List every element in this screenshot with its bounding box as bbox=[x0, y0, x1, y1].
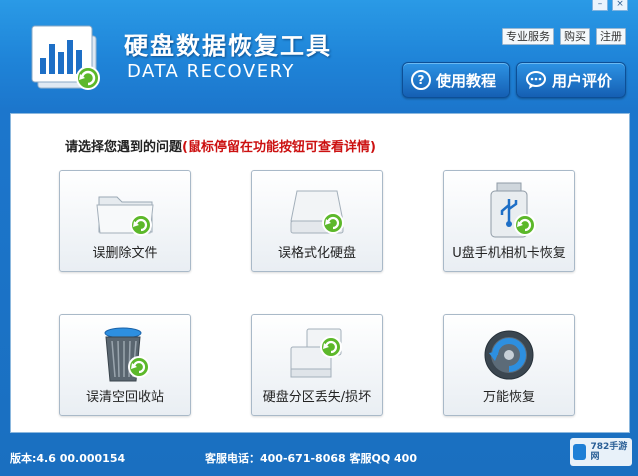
tile-usb-recovery[interactable]: U盘手机相机卡恢复 bbox=[443, 170, 575, 272]
watermark: 782手游网 bbox=[570, 438, 632, 466]
tile-partition-lost[interactable]: 硬盘分区丢失/损坏 bbox=[251, 314, 383, 416]
tile-formatted-disk[interactable]: 误格式化硬盘 bbox=[251, 170, 383, 272]
tutorial-button[interactable]: ? 使用教程 bbox=[402, 62, 510, 98]
hard-drive-icon bbox=[290, 190, 344, 234]
tile-label: 硬盘分区丢失/损坏 bbox=[262, 390, 372, 405]
universal-recovery-icon bbox=[484, 330, 534, 380]
review-button[interactable]: 用户评价 bbox=[516, 62, 626, 98]
prompt-hint: (鼠标停留在功能按钮可查看详情) bbox=[182, 140, 376, 155]
minimize-button[interactable]: – bbox=[592, 0, 608, 11]
top-links: 专业服务 购买 注册 bbox=[502, 28, 626, 45]
tile-label: U盘手机相机卡恢复 bbox=[452, 246, 566, 261]
contact-text: 客服电话：400-671-8068 客服QQ 400 bbox=[205, 452, 417, 465]
tutorial-button-label: 使用教程 bbox=[436, 71, 497, 90]
review-button-label: 用户评价 bbox=[552, 71, 613, 90]
folder-icon bbox=[96, 196, 154, 236]
main-panel: 请选择您遇到的问题(鼠标停留在功能按钮可查看详情) 误删除文件 误格式化硬盘 U… bbox=[10, 113, 630, 433]
close-button[interactable]: × bbox=[612, 0, 628, 11]
usb-drive-icon bbox=[490, 182, 536, 238]
app-logo-icon bbox=[31, 25, 100, 90]
tile-label: 误清空回收站 bbox=[85, 390, 164, 405]
buy-link[interactable]: 购买 bbox=[560, 28, 590, 45]
watermark-text: 782手游网 bbox=[590, 442, 628, 462]
tile-empty-recycle-bin[interactable]: 误清空回收站 bbox=[59, 314, 191, 416]
watermark-logo-icon bbox=[573, 444, 587, 460]
chat-icon bbox=[526, 71, 546, 89]
status-bar: 版本:4.6 00.000154 客服电话：400-671-8068 客服QQ … bbox=[0, 440, 638, 476]
tile-label: 误删除文件 bbox=[92, 246, 158, 261]
recycle-bin-icon bbox=[104, 327, 150, 382]
app-window: – × 硬盘数据恢复工具 DATA RECOVERY 专业服务 购买 注册 ? … bbox=[0, 0, 638, 476]
pro-service-link[interactable]: 专业服务 bbox=[502, 28, 554, 45]
tile-label: 误格式化硬盘 bbox=[277, 246, 356, 261]
version-text: 版本:4.6 00.000154 bbox=[10, 452, 126, 465]
app-subtitle: DATA RECOVERY bbox=[127, 61, 295, 82]
window-controls: – × bbox=[592, 0, 628, 11]
app-title: 硬盘数据恢复工具 bbox=[124, 32, 332, 60]
tile-universal-recovery[interactable]: 万能恢复 bbox=[443, 314, 575, 416]
problem-prompt: 请选择您遇到的问题(鼠标停留在功能按钮可查看详情) bbox=[65, 136, 376, 155]
help-icon: ? bbox=[411, 70, 431, 90]
prompt-text: 请选择您遇到的问题 bbox=[65, 140, 183, 155]
tile-deleted-files[interactable]: 误删除文件 bbox=[59, 170, 191, 272]
register-link[interactable]: 注册 bbox=[596, 28, 626, 45]
tile-label: 万能恢复 bbox=[482, 390, 535, 405]
partition-icon bbox=[290, 328, 342, 378]
